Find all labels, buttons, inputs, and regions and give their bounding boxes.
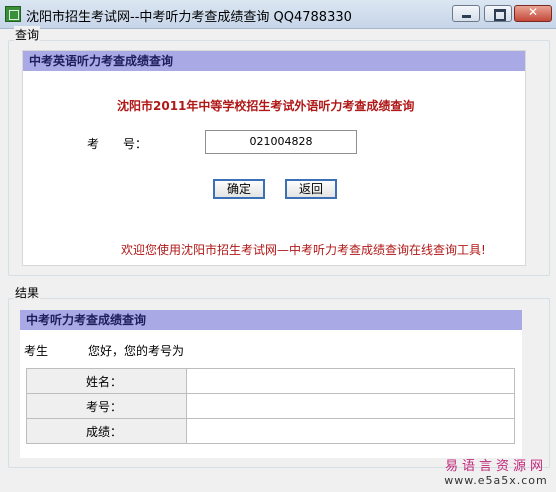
result-table: 姓名： 考号： 成绩：	[26, 368, 515, 444]
maximize-icon	[494, 9, 506, 21]
table-row: 姓名：	[26, 368, 515, 394]
exam-number-label: 考 号：	[87, 137, 148, 151]
minimize-button[interactable]	[452, 5, 480, 22]
confirm-button[interactable]: 确定	[213, 179, 265, 199]
table-row: 考号：	[26, 393, 515, 419]
exam-number-input[interactable]: 021004828	[205, 130, 357, 154]
table-row: 成绩：	[26, 418, 515, 444]
watermark-url: www.e5a5x.com	[444, 474, 548, 487]
name-key: 姓名：	[26, 368, 187, 394]
maximize-button[interactable]	[484, 5, 512, 22]
exam-number-key: 考号：	[26, 393, 187, 419]
greeting-text: 您好，您的考号为	[88, 344, 185, 358]
close-button[interactable]: ✕	[514, 5, 552, 22]
query-heading: 沈阳市2011年中等学校招生考试外语听力考查成绩查询	[117, 99, 415, 113]
window-title: 沈阳市招生考试网--中考听力考查成绩查询 QQ4788330	[26, 10, 352, 25]
query-group-label: 查询	[14, 26, 41, 43]
minimize-icon	[462, 15, 471, 18]
query-panel-title: 中考英语听力考查成绩查询	[23, 51, 525, 71]
back-button[interactable]: 返回	[285, 179, 337, 199]
name-value	[186, 368, 515, 394]
score-key: 成绩：	[26, 418, 187, 444]
welcome-message: 欢迎您使用沈阳市招生考试网—中考听力考查成绩查询在线查询工具!	[121, 243, 486, 257]
app-icon	[5, 6, 21, 22]
score-value	[186, 418, 515, 444]
query-panel: 中考英语听力考查成绩查询 沈阳市2011年中等学校招生考试外语听力考查成绩查询 …	[22, 50, 526, 266]
title-bar: 沈阳市招生考试网--中考听力考查成绩查询 QQ4788330 ✕	[0, 0, 556, 29]
watermark-title: 易语言资源网	[444, 459, 547, 474]
result-group-label: 结果	[14, 284, 41, 301]
close-icon: ✕	[527, 5, 539, 19]
greeting-prefix: 考生	[24, 344, 49, 358]
result-panel-title: 中考听力考查成绩查询	[20, 310, 522, 330]
exam-number-value	[186, 393, 515, 419]
watermark: 易语言资源网 www.e5a5x.com	[440, 455, 552, 487]
